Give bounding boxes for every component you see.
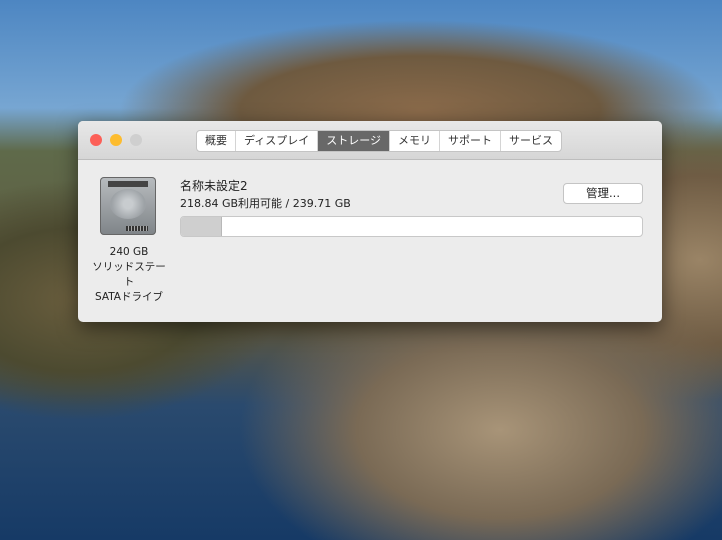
- disk-caption: 240 GB ソリッドステート SATAドライブ: [90, 245, 168, 305]
- manage-button[interactable]: 管理...: [563, 183, 643, 204]
- disk-interface: SATAドライブ: [94, 291, 163, 303]
- ssd-drive-icon: [100, 177, 156, 235]
- tab-memory[interactable]: メモリ: [390, 131, 441, 151]
- tab-displays[interactable]: ディスプレイ: [236, 131, 319, 151]
- volume-name: 名称未設定2: [180, 179, 248, 193]
- tab-service[interactable]: サービス: [501, 131, 561, 151]
- tab-overview[interactable]: 概要: [197, 131, 236, 151]
- disk-capacity: 240 GB: [109, 246, 149, 258]
- zoom-button[interactable]: [130, 134, 142, 146]
- minimize-button[interactable]: [110, 134, 122, 146]
- tab-storage[interactable]: ストレージ: [318, 131, 391, 151]
- close-button[interactable]: [90, 134, 102, 146]
- title-bar: 概要 ディスプレイ ストレージ メモリ サポート サービス: [78, 121, 662, 160]
- tab-bar: 概要 ディスプレイ ストレージ メモリ サポート サービス: [196, 130, 563, 152]
- tab-support[interactable]: サポート: [440, 131, 502, 151]
- storage-used-fill: [181, 217, 223, 236]
- storage-usage-bar: [180, 216, 643, 237]
- about-this-mac-window: 概要 ディスプレイ ストレージ メモリ サポート サービス 240 GB ソリッ…: [78, 121, 662, 322]
- disk-type: ソリッドステート: [92, 261, 166, 288]
- volume-availability: 218.84 GB利用可能 / 239.71 GB: [180, 197, 351, 210]
